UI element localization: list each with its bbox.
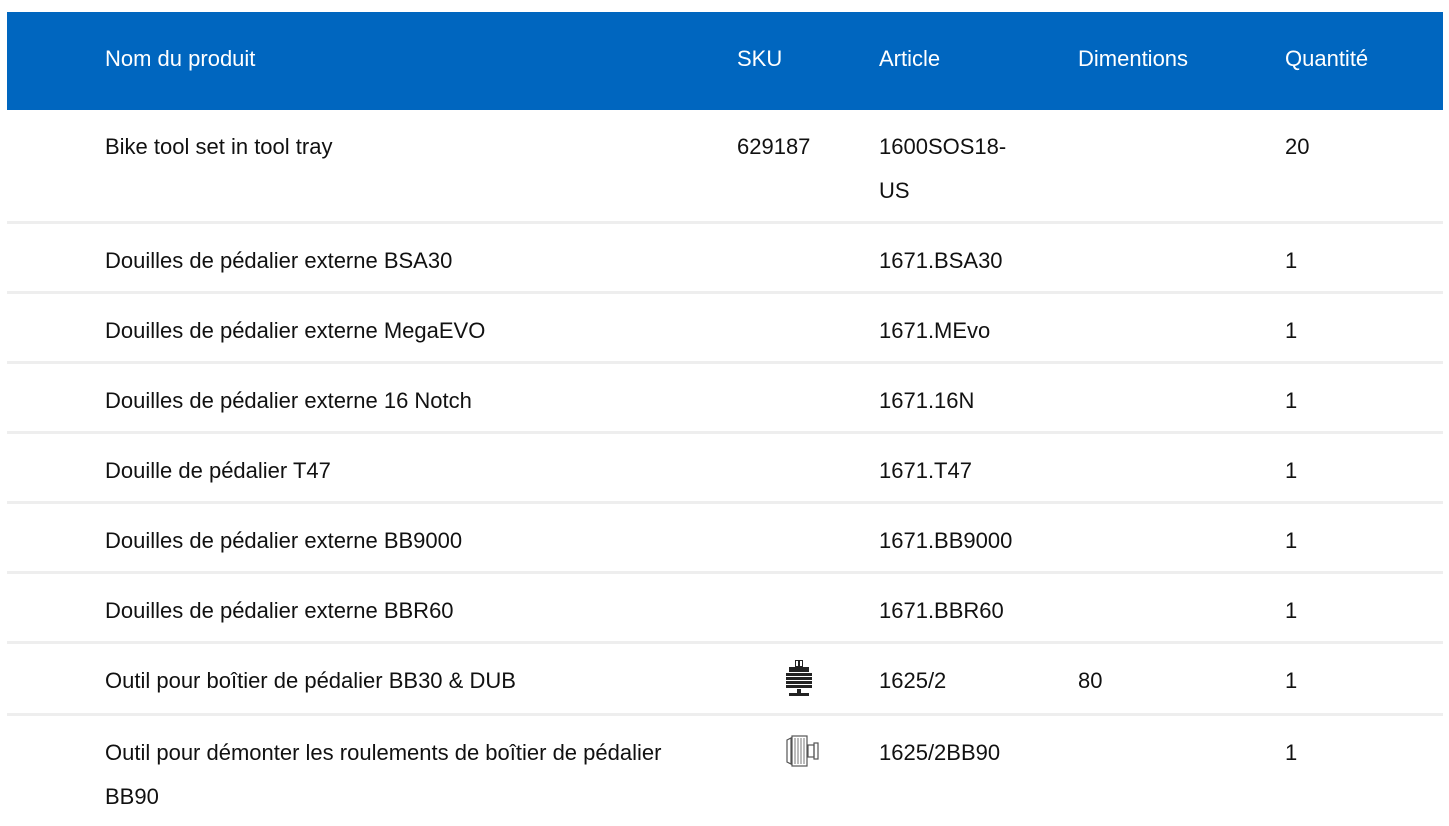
table-row: Outil pour démonter les roulements de bo…: [7, 716, 1443, 826]
product-name: Douille de pédalier T47: [105, 458, 331, 483]
product-name: Douilles de pédalier externe MegaEVO: [105, 318, 486, 343]
table-row: Douilles de pédalier externe MegaEVO 167…: [7, 294, 1443, 364]
product-name: Douilles de pédalier externe BBR60: [105, 598, 454, 623]
product-name: Outil pour démonter les roulements de bo…: [105, 740, 662, 809]
table-row: Bike tool set in tool tray 629187 1600SO…: [7, 110, 1443, 224]
product-article: 1671.T47: [879, 458, 972, 483]
product-article: 1671.16N: [879, 388, 975, 413]
product-quantity: 1: [1285, 528, 1298, 553]
product-quantity: 1: [1285, 248, 1298, 273]
table-row: Outil pour boîtier de pédalier BB30 & DU…: [7, 644, 1443, 716]
product-name: Bike tool set in tool tray: [105, 134, 333, 159]
product-quantity: 1: [1285, 388, 1298, 413]
product-table: Nom du produit SKU Article Dimentions Qu…: [7, 12, 1443, 826]
product-quantity: 1: [1285, 668, 1298, 693]
column-header-dimensions: Dimentions: [1078, 46, 1189, 71]
column-header-article: Article: [879, 46, 941, 71]
product-quantity: 1: [1285, 598, 1298, 623]
product-name: Douilles de pédalier externe BB9000: [105, 528, 463, 553]
column-header-name: Nom du produit: [105, 46, 256, 71]
product-article: 1671.BSA30: [879, 248, 1003, 273]
product-quantity: 1: [1285, 458, 1298, 483]
product-quantity: 1: [1285, 740, 1298, 765]
product-article: 1671.BB9000: [879, 528, 1013, 553]
bottom-bracket-press-tool-icon: [775, 658, 823, 698]
product-name: Douilles de pédalier externe 16 Notch: [105, 388, 472, 413]
product-article: 1625/2BB90: [879, 740, 1001, 765]
product-sku: 629187: [737, 134, 811, 159]
bearing-removal-tool-icon: [775, 732, 823, 772]
table-row: Douilles de pédalier externe 16 Notch 16…: [7, 364, 1443, 434]
product-quantity: 20: [1285, 134, 1310, 159]
table-row: Douilles de pédalier externe BB9000 1671…: [7, 504, 1443, 574]
product-article: 1671.BBR60: [879, 598, 1004, 623]
table-row: Douilles de pédalier externe BBR60 1671.…: [7, 574, 1443, 644]
product-article: 1625/2: [879, 668, 947, 693]
column-header-quantity: Quantité: [1285, 46, 1369, 71]
product-name: Outil pour boîtier de pédalier BB30 & DU…: [105, 668, 516, 693]
product-name: Douilles de pédalier externe BSA30: [105, 248, 453, 273]
product-article: 1671.MEvo: [879, 318, 991, 343]
product-dimensions: 80: [1078, 668, 1103, 693]
table-header: Nom du produit SKU Article Dimentions Qu…: [7, 12, 1443, 110]
product-quantity: 1: [1285, 318, 1298, 343]
column-header-sku: SKU: [737, 46, 783, 71]
table-row: Douille de pédalier T47 1671.T47 1: [7, 434, 1443, 504]
table-row: Douilles de pédalier externe BSA30 1671.…: [7, 224, 1443, 294]
product-article: 1600SOS18-US: [879, 134, 1007, 203]
